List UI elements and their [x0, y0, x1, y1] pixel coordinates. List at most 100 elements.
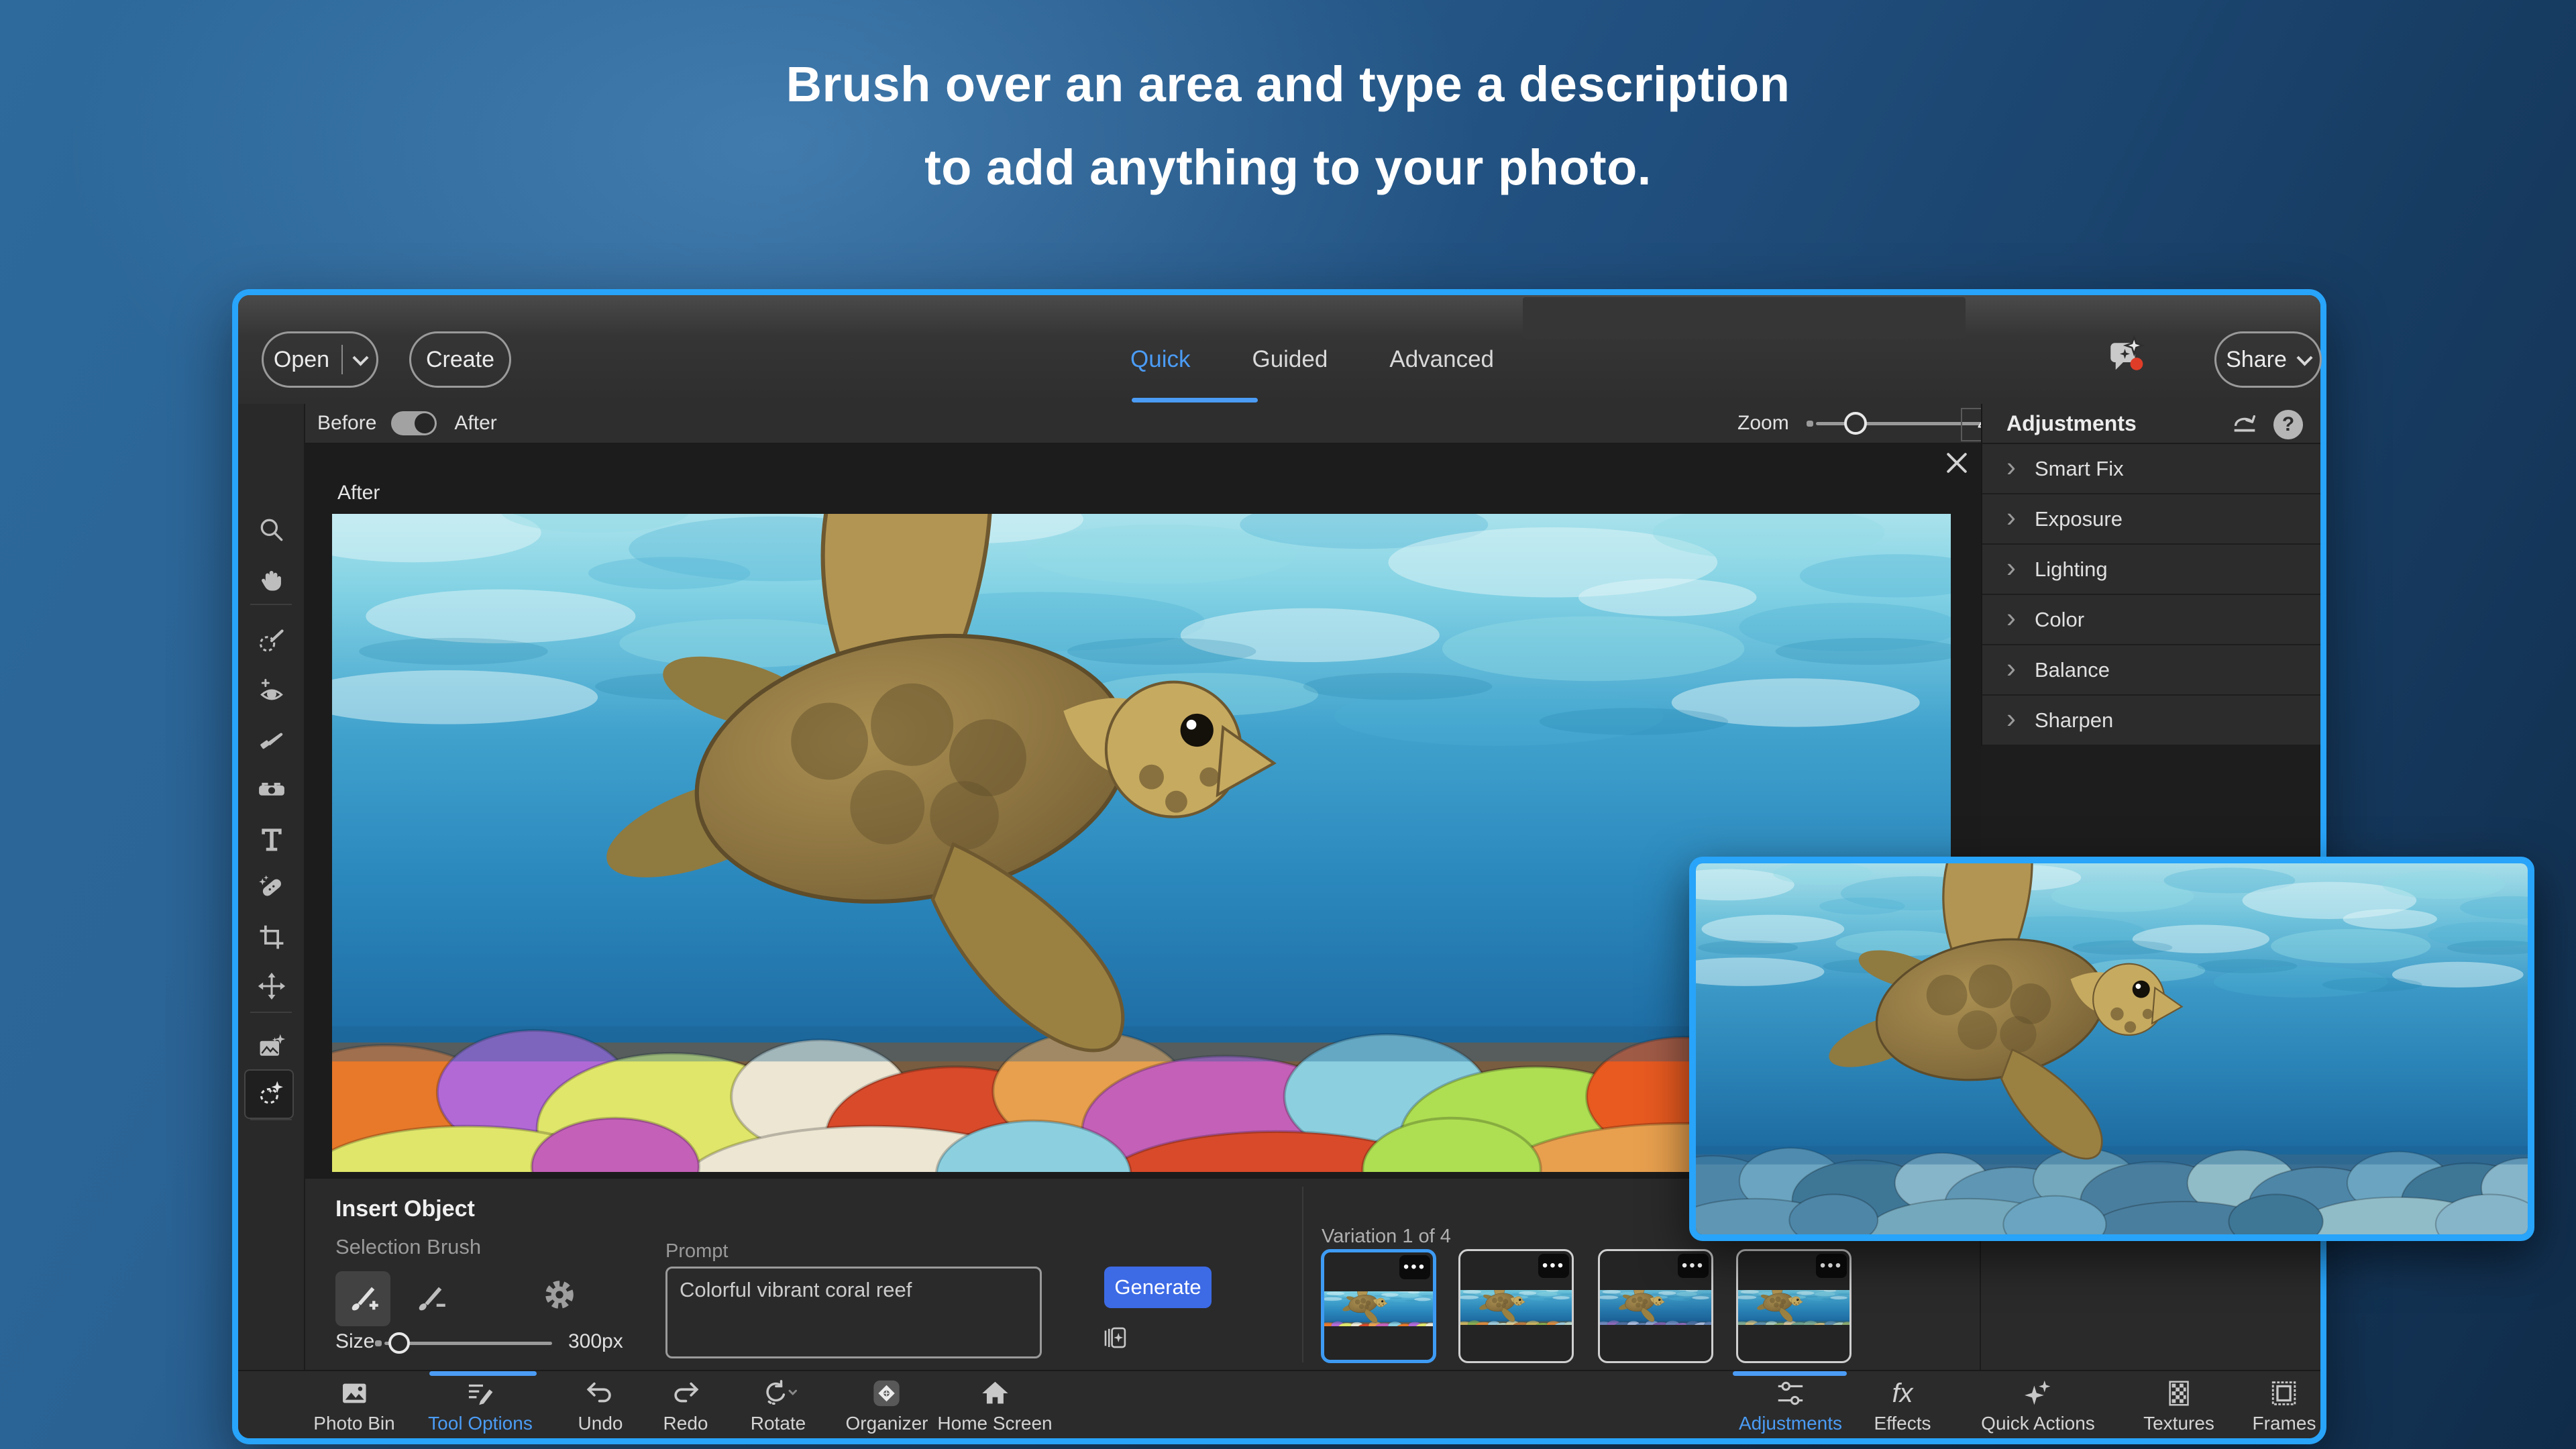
move-tool-icon[interactable]: [257, 971, 286, 1001]
more-options-icon[interactable]: •••: [1399, 1255, 1430, 1279]
adjustment-label: Color: [2035, 608, 2084, 632]
size-slider-dash: [375, 1340, 382, 1346]
adjustment-label: Balance: [2035, 658, 2110, 682]
taskbar-undo[interactable]: Undo: [578, 1377, 623, 1434]
zoom-slider[interactable]: [1816, 422, 1984, 425]
zoom-tool-icon[interactable]: [257, 515, 286, 545]
more-options-icon[interactable]: •••: [1538, 1254, 1569, 1278]
whats-new-icon[interactable]: [2106, 335, 2147, 376]
title-bar: Open Create Quick Guided Advanced Share: [238, 295, 2320, 404]
quick-selection-tool-icon[interactable]: [257, 627, 286, 657]
more-options-icon[interactable]: •••: [1678, 1254, 1709, 1278]
photo-bin-icon: [313, 1377, 394, 1410]
chevron-down-icon: [2296, 350, 2312, 366]
share-button[interactable]: Share: [2214, 331, 2322, 388]
type-tool-icon[interactable]: [257, 824, 286, 853]
variation-preview: [1460, 1290, 1572, 1325]
create-button[interactable]: Create: [409, 331, 511, 388]
share-button-label: Share: [2226, 347, 2287, 373]
taskbar-label: Textures: [2143, 1413, 2214, 1434]
adjustment-row-smart-fix[interactable]: › Smart Fix: [1982, 444, 2320, 494]
mode-tabs: Quick Guided Advanced: [1130, 331, 1494, 388]
help-icon[interactable]: ?: [2273, 410, 2303, 439]
view-bar: Before After Zoom 48%: [305, 404, 1981, 444]
adjustments-icon: [1739, 1377, 1842, 1410]
taskbar-label: Rotate: [751, 1413, 806, 1434]
adjustment-row-color[interactable]: › Color: [1982, 595, 2320, 645]
tab-guided[interactable]: Guided: [1252, 346, 1328, 373]
zoom-label: Zoom: [1737, 412, 1789, 435]
taskbar-photo-bin[interactable]: Photo Bin: [313, 1377, 394, 1434]
variations-stack-icon[interactable]: [1101, 1324, 1129, 1352]
home-icon: [937, 1377, 1052, 1410]
headline: Brush over an area and type a descriptio…: [0, 43, 2576, 210]
headline-line2: to add anything to your photo.: [0, 126, 2576, 209]
adjustment-row-balance[interactable]: › Balance: [1982, 645, 2320, 696]
before-label: Before: [317, 412, 376, 435]
taskbar-textures[interactable]: Textures: [2143, 1377, 2214, 1434]
taskbar-redo[interactable]: Redo: [663, 1377, 708, 1434]
taskbar-tool-options[interactable]: Tool Options: [428, 1377, 533, 1434]
crop-tool-icon[interactable]: [257, 922, 286, 952]
effects-fx-icon: fx: [1874, 1377, 1931, 1410]
variation-thumbnail-4[interactable]: •••: [1736, 1249, 1851, 1363]
taskbar-effects[interactable]: fx Effects: [1874, 1377, 1931, 1434]
taskbar-label: Adjustments: [1739, 1413, 1842, 1434]
subtract-from-selection-brush-button[interactable]: [402, 1271, 458, 1326]
prompt-input[interactable]: [665, 1267, 1042, 1358]
size-value: 300px: [568, 1330, 623, 1353]
spot-healing-tool-icon[interactable]: [257, 873, 286, 903]
red-eye-tool-icon[interactable]: [257, 676, 286, 706]
rotate-icon: [751, 1377, 806, 1410]
ai-photo-tool-icon[interactable]: [257, 1032, 286, 1061]
whiten-teeth-tool-icon[interactable]: [257, 726, 286, 755]
adjustment-row-exposure[interactable]: › Exposure: [1982, 494, 2320, 545]
open-button-separator: [341, 345, 343, 374]
titlebar-patch: [1523, 297, 1966, 339]
adjustment-row-sharpen[interactable]: › Sharpen: [1982, 696, 2320, 746]
close-icon[interactable]: [1942, 448, 1972, 478]
taskbar-quick-actions[interactable]: Quick Actions: [1981, 1377, 2095, 1434]
zoom-control: Zoom: [1737, 412, 1984, 435]
more-options-icon[interactable]: •••: [1816, 1254, 1847, 1278]
brush-size-slider[interactable]: [384, 1342, 552, 1345]
taskbar-label: Photo Bin: [313, 1413, 394, 1434]
reset-icon[interactable]: [2229, 409, 2260, 440]
generate-button[interactable]: Generate: [1104, 1267, 1212, 1308]
adjustment-row-lighting[interactable]: › Lighting: [1982, 545, 2320, 595]
straighten-tool-icon[interactable]: [257, 775, 286, 804]
ai-selection-tool-icon[interactable]: [257, 1079, 286, 1108]
taskbar-organizer[interactable]: Organizer: [846, 1377, 928, 1434]
zoom-slider-knob[interactable]: [1844, 412, 1867, 435]
taskbar-adjustments[interactable]: Adjustments: [1739, 1377, 1842, 1434]
size-label: Size: [335, 1330, 374, 1353]
tab-advanced[interactable]: Advanced: [1389, 346, 1494, 373]
taskbar-frames[interactable]: Frames: [2253, 1377, 2316, 1434]
taskbar-label: Organizer: [846, 1413, 928, 1434]
adjustment-label: Sharpen: [2035, 708, 2113, 733]
adjustment-label: Smart Fix: [2035, 457, 2124, 481]
active-indicator: [429, 1371, 537, 1376]
create-button-label: Create: [426, 347, 494, 373]
canvas-view-label: After: [337, 482, 380, 504]
chevron-down-icon[interactable]: [353, 350, 369, 366]
taskbar-rotate[interactable]: Rotate: [751, 1377, 806, 1434]
add-to-selection-brush-button[interactable]: [335, 1271, 390, 1326]
quick-actions-sparkles-icon: [1981, 1377, 2095, 1410]
taskbar-label: Undo: [578, 1413, 623, 1434]
brush-settings-gear-icon[interactable]: [541, 1277, 578, 1313]
original-photo-preview[interactable]: [1689, 857, 2534, 1241]
adjustments-panel-header: Adjustments ?: [1981, 404, 2320, 444]
desktop: { "headline": { "line1": "Brush over an …: [0, 0, 2576, 1449]
open-button[interactable]: Open: [262, 331, 378, 388]
adjustment-label: Lighting: [2035, 557, 2108, 582]
tab-quick[interactable]: Quick: [1130, 346, 1190, 373]
size-slider-knob[interactable]: [388, 1332, 410, 1354]
before-after-toggle[interactable]: [391, 411, 437, 435]
variation-thumbnail-3[interactable]: •••: [1598, 1249, 1713, 1363]
hand-tool-icon[interactable]: [257, 565, 286, 594]
taskbar-label: Effects: [1874, 1413, 1931, 1434]
variation-thumbnail-2[interactable]: •••: [1458, 1249, 1574, 1363]
variation-thumbnail-1[interactable]: •••: [1321, 1249, 1436, 1363]
taskbar-home-screen[interactable]: Home Screen: [937, 1377, 1052, 1434]
